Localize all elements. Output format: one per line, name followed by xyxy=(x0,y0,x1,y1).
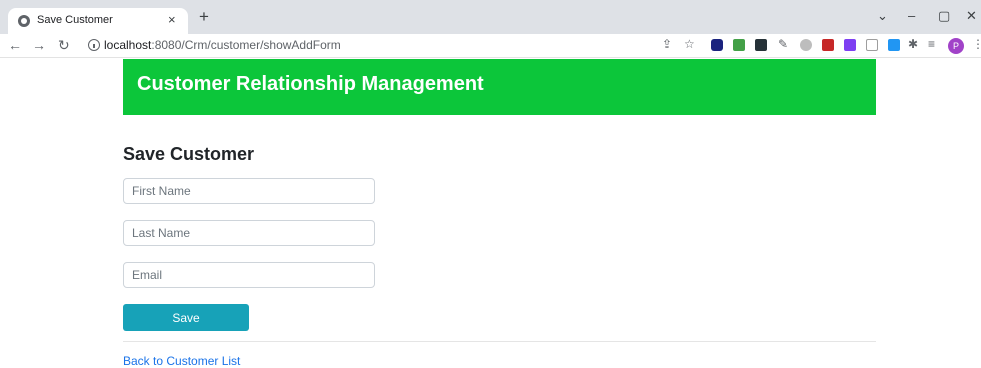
close-tab-icon[interactable]: × xyxy=(168,12,176,28)
app-title: Customer Relationship Management xyxy=(137,73,484,95)
shield-icon[interactable] xyxy=(800,39,812,51)
page-title: Save Customer xyxy=(123,144,255,164)
bookmark-star-icon[interactable]: ☆ xyxy=(684,37,695,51)
tab-search-icon[interactable]: ⌄ xyxy=(877,8,888,24)
last-name-input[interactable] xyxy=(123,220,375,246)
globe-icon xyxy=(18,15,30,27)
restore-icon[interactable]: ▢ xyxy=(938,8,950,24)
browser-tab[interactable]: Save Customer × xyxy=(8,8,188,34)
extension-icon[interactable] xyxy=(711,39,723,51)
first-name-input[interactable] xyxy=(123,178,375,204)
divider xyxy=(123,341,876,342)
url-path: :8080/Crm/customer/showAddForm xyxy=(151,38,341,52)
browser-toolbar: ← → ↻ localhost:8080/Crm/customer/showAd… xyxy=(0,34,981,58)
extension-icon[interactable] xyxy=(888,39,900,51)
reload-icon[interactable]: ↻ xyxy=(58,37,70,53)
extension-icon[interactable] xyxy=(822,39,834,51)
profile-avatar[interactable]: P xyxy=(948,38,964,54)
new-tab-icon[interactable]: + xyxy=(199,8,209,26)
extension-icon[interactable] xyxy=(844,39,856,51)
extension-icon[interactable] xyxy=(733,39,745,51)
tab-strip: Save Customer × + ⌄ – ▢ ✕ xyxy=(0,0,981,34)
back-to-customer-list-link[interactable]: Back to Customer List xyxy=(123,354,240,368)
address-bar[interactable]: localhost:8080/Crm/customer/showAddForm xyxy=(82,35,682,56)
back-arrow-icon[interactable]: ← xyxy=(8,37,22,53)
share-icon[interactable]: ⇪ xyxy=(662,37,672,51)
url-text[interactable]: localhost:8080/Crm/customer/showAddForm xyxy=(104,38,341,52)
notes-icon[interactable] xyxy=(866,39,878,51)
forward-arrow-icon[interactable]: → xyxy=(32,37,46,53)
reading-list-icon[interactable]: ≡ xyxy=(928,37,935,51)
eyedropper-icon[interactable]: ✎ xyxy=(778,37,788,51)
tab-title: Save Customer xyxy=(37,14,113,26)
minimize-icon[interactable]: – xyxy=(908,8,915,24)
page-header: Customer Relationship Management xyxy=(123,59,876,115)
menu-kebab-icon[interactable]: ⋮ xyxy=(972,37,981,51)
window-close-icon[interactable]: ✕ xyxy=(966,8,977,24)
email-input[interactable] xyxy=(123,262,375,288)
extension-icon[interactable] xyxy=(755,39,767,51)
url-host: localhost xyxy=(104,38,152,52)
site-info-icon[interactable] xyxy=(88,39,100,51)
extensions-puzzle-icon[interactable]: ✱ xyxy=(908,37,918,51)
save-button[interactable]: Save xyxy=(123,304,249,331)
